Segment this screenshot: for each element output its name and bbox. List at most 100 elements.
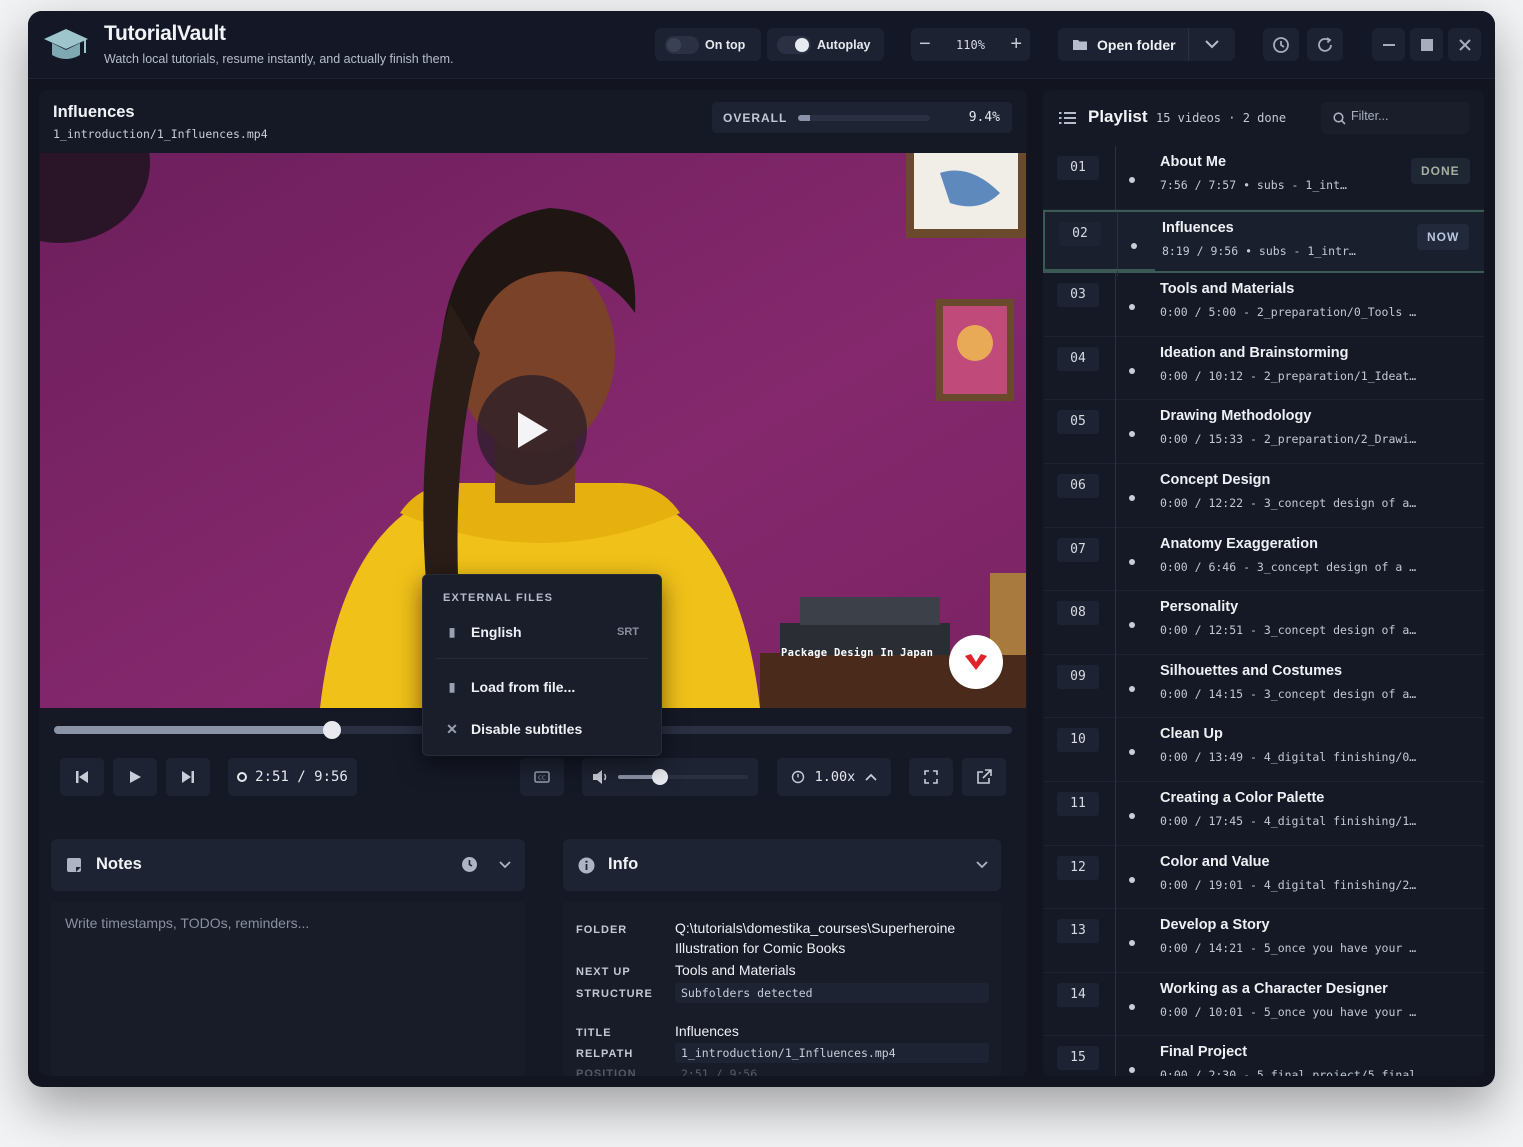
playlist-item-number: 03: [1057, 283, 1099, 308]
notes-card-header[interactable]: Notes: [51, 839, 525, 891]
playlist-item-number: 11: [1057, 792, 1099, 816]
relpath-value: 1_introduction/1_Influences.mp4: [675, 1043, 989, 1063]
minimize-button[interactable]: [1372, 28, 1405, 61]
timeline-line: [1115, 591, 1116, 656]
timeline-dot: [1129, 304, 1135, 311]
playlist-panel: Playlist 15 videos · 2 done 01 About Me 7:…: [1043, 90, 1484, 1076]
autoplay-switch[interactable]: [777, 35, 811, 54]
seek-thumb[interactable]: [322, 721, 341, 739]
playlist-item[interactable]: 05 Drawing Methodology 0:00 / 15:33 - 2_pr…: [1043, 400, 1484, 465]
overall-bar-fill: [798, 115, 811, 121]
playlist-item[interactable]: 04 Ideation and Brainstorming 0:00 / 10:12…: [1043, 336, 1484, 401]
subtitle-format-tag: SRT: [617, 626, 639, 638]
timeline-dot: [1129, 1067, 1135, 1074]
popout-button[interactable]: [962, 758, 1006, 796]
playlist-item-number: 15: [1057, 1046, 1099, 1071]
list-icon: [1059, 112, 1076, 124]
autoplay-label: Autoplay: [817, 37, 871, 52]
playlist-item[interactable]: 01 About Me 7:56 / 7:57 • subs - 1_int… DON…: [1043, 146, 1484, 210]
subtitle-option-english[interactable]: ▮ English: [443, 621, 643, 643]
external-link-icon: [977, 769, 992, 784]
timeline-line: [1115, 782, 1116, 846]
playlist-item[interactable]: 15 Final Project 0:00 / 2:30 - 5_final pro…: [1043, 1036, 1484, 1076]
note-icon: [67, 858, 81, 872]
playlist-item-title: Anatomy Exaggeration: [1160, 535, 1318, 552]
volume-thumb[interactable]: [651, 769, 668, 785]
subtitles-button[interactable]: CC: [520, 758, 564, 796]
load-subtitle-file-option[interactable]: ▮ Load from file...: [443, 676, 643, 698]
playlist-item[interactable]: 09 Silhouettes and Costumes 0:00 / 14:15 -…: [1043, 654, 1484, 719]
position-label: POSITION: [576, 1068, 637, 1076]
file-add-icon: ▮: [448, 680, 456, 694]
disable-subtitles-option[interactable]: ✕ Disable subtitles: [443, 718, 643, 740]
playlist-item-meta: 7:56 / 7:57 • subs - 1_int…: [1160, 178, 1347, 192]
play-button[interactable]: [113, 758, 157, 796]
previous-button[interactable]: [60, 758, 104, 796]
chevron-down-icon[interactable]: [499, 861, 511, 869]
playlist-item[interactable]: 08 Personality 0:00 / 12:51 - 3_concept de…: [1043, 591, 1484, 656]
fullscreen-button[interactable]: [909, 758, 953, 796]
svg-text:CC: CC: [538, 776, 546, 782]
history-button[interactable]: [1263, 28, 1299, 61]
autoplay-toggle[interactable]: Autoplay: [767, 28, 884, 61]
closed-captions-icon: CC: [534, 771, 550, 783]
minus-icon[interactable]: −: [919, 33, 931, 56]
playlist-item[interactable]: 12 Color and Value 0:00 / 19:01 - 4_digita…: [1043, 845, 1484, 910]
subtitle-option-label: English: [471, 624, 522, 640]
playlist-item[interactable]: 03 Tools and Materials 0:00 / 5:00 - 2_pre…: [1043, 273, 1484, 338]
next-button[interactable]: [166, 758, 210, 796]
playlist-filter-input[interactable]: [1351, 109, 1461, 123]
playlist-item-meta: 0:00 / 19:01 - 4_digital finishing/2…: [1160, 877, 1417, 892]
volume-slider[interactable]: [618, 769, 748, 785]
timeline-dot: [1129, 813, 1135, 819]
skip-forward-icon: [182, 771, 194, 783]
maximize-button[interactable]: [1410, 28, 1443, 61]
chevron-down-icon[interactable]: [976, 861, 988, 869]
on-top-switch[interactable]: [665, 35, 699, 54]
disable-subtitles-label: Disable subtitles: [471, 721, 583, 737]
playlist-item-title: Ideation and Brainstorming: [1160, 344, 1349, 361]
zoom-control: − 110% +: [911, 28, 1030, 61]
open-folder-button[interactable]: Open folder: [1058, 28, 1189, 61]
plus-icon[interactable]: +: [1010, 33, 1022, 56]
app-subtitle: Watch local tutorials, resume instantly,…: [104, 52, 454, 66]
notes-textarea[interactable]: Write timestamps, TODOs, reminders...: [51, 902, 525, 1076]
playlist-item-meta: 0:00 / 17:45 - 4_digital finishing/1…: [1160, 814, 1417, 828]
close-button[interactable]: [1448, 28, 1481, 61]
playlist-item[interactable]: 11 Creating a Color Palette 0:00 / 17:45 -…: [1043, 782, 1484, 846]
info-body: FOLDER Q:\tutorials\domestika_courses\Su…: [563, 902, 1001, 1076]
info-icon: [578, 857, 595, 874]
playlist-item-meta: 0:00 / 6:46 - 3_concept design of a …: [1160, 559, 1417, 574]
next-up-value[interactable]: Tools and Materials: [675, 960, 796, 980]
info-card-header[interactable]: Info: [563, 839, 1001, 891]
playlist-item[interactable]: 02 Influences 8:19 / 9:56 • subs - 1_intr……: [1043, 209, 1484, 276]
playlist-item[interactable]: 10 Clean Up 0:00 / 13:49 - 4_digital finis…: [1043, 718, 1484, 783]
playlist-item[interactable]: 06 Concept Design 0:00 / 12:22 - 3_concept…: [1043, 464, 1484, 528]
playlist-item-title: Tools and Materials: [1160, 281, 1295, 298]
chevron-down-icon[interactable]: [1189, 40, 1235, 49]
playlist-item-meta: 0:00 / 14:21 - 5_once you have your …: [1160, 941, 1417, 956]
speed-button[interactable]: 1.00x: [777, 758, 891, 796]
volume-icon[interactable]: [592, 769, 610, 785]
on-top-toggle[interactable]: On top: [655, 28, 761, 61]
playlist-item-meta: 0:00 / 14:15 - 3_concept design of a…: [1160, 686, 1417, 701]
overall-label: OVERALL: [723, 111, 788, 125]
status-badge: DONE: [1411, 158, 1470, 184]
menu-divider: [435, 658, 649, 659]
timeline-line: [1115, 845, 1116, 910]
timeline-dot: [1129, 177, 1135, 183]
relpath-label: RELPATH: [576, 1048, 634, 1060]
playlist-item-title: Silhouettes and Costumes: [1160, 662, 1343, 679]
play-overlay-button[interactable]: [477, 375, 587, 485]
playlist-item-meta: 0:00 / 12:51 - 3_concept design of a…: [1160, 623, 1417, 638]
clock-icon[interactable]: [461, 856, 478, 873]
refresh-button[interactable]: [1307, 28, 1343, 61]
status-badge: NOW: [1417, 223, 1470, 250]
history-icon: [1273, 36, 1289, 53]
time-dot-icon: [237, 772, 248, 782]
playlist-item[interactable]: 14 Working as a Character Designer 0:00 / …: [1043, 972, 1484, 1037]
playlist-item[interactable]: 07 Anatomy Exaggeration 0:00 / 6:46 - 3_co…: [1043, 527, 1484, 592]
video-path: 1_introduction/1_Influences.mp4: [53, 127, 268, 141]
graduation-cap-icon: [44, 29, 88, 59]
playlist-item[interactable]: 13 Develop a Story 0:00 / 14:21 - 5_once y…: [1043, 909, 1484, 974]
